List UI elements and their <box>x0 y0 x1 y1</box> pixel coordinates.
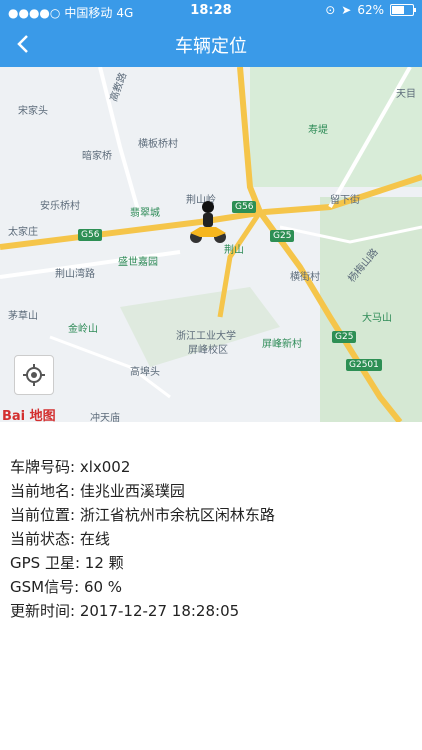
state-label: 当前状态: <box>10 530 76 548</box>
place-row: 当前地名: 佳兆业西溪璞园 <box>10 479 275 503</box>
map-label: 荆山湾路 <box>55 269 95 280</box>
update-row: 更新时间: 2017-12-27 18:28:05 <box>10 599 275 623</box>
map-label: 高埠头 <box>130 367 160 378</box>
location-value: 浙江省杭州市余杭区闲林东路 <box>79 506 275 524</box>
map-view[interactable]: 宋家头 暗家桥 横板桥村 安乐桥村 太家庄 翡翠城 盛世嘉园 荆山湾路 荆山岭 … <box>0 67 422 422</box>
map-label: 天目 <box>396 89 416 100</box>
nav-bar: 车辆定位 <box>0 22 422 67</box>
location-row: 当前位置: 浙江省杭州市余杭区闲林东路 <box>10 503 275 527</box>
place-value: 佳兆业西溪璞园 <box>79 482 185 500</box>
gsm-value: 60 % <box>83 578 123 596</box>
locate-me-button[interactable] <box>14 355 54 395</box>
map-label: 盛世嘉园 <box>118 257 158 268</box>
road-badge: G56 <box>78 229 103 241</box>
map-label: 太家庄 <box>8 227 38 238</box>
update-value: 2017-12-27 18:28:05 <box>79 602 240 620</box>
road-badge: G56 <box>232 201 257 213</box>
plate-label: 车牌号码: <box>10 458 76 476</box>
gps-label: GPS 卫星: <box>10 554 81 572</box>
gps-row: GPS 卫星: 12 颗 <box>10 551 275 575</box>
map-label: 屏峰新村 <box>262 339 302 350</box>
map-label: 茅草山 <box>8 311 38 322</box>
map-label: 安乐桥村 <box>40 201 80 212</box>
map-label: 金岭山 <box>68 324 98 335</box>
battery-percent: 62% <box>357 3 384 17</box>
road-badge: G25 <box>270 230 295 242</box>
gps-value: 12 颗 <box>84 554 124 572</box>
map-label: 暗家桥 <box>82 151 112 162</box>
road-badge: G2501 <box>346 359 382 371</box>
location-arrow-icon: ➤ <box>341 3 352 17</box>
map-label: 大马山 <box>362 313 392 324</box>
location-label: 当前位置: <box>10 506 76 524</box>
map-label: 寿堤 <box>308 125 328 136</box>
update-label: 更新时间: <box>10 602 76 620</box>
map-label: 横板桥村 <box>138 139 178 150</box>
vehicle-marker[interactable] <box>186 199 230 245</box>
map-label: 浙江工业大学 <box>176 331 236 342</box>
vehicle-info: 车牌号码: xlx002 当前地名: 佳兆业西溪璞园 当前位置: 浙江省杭州市余… <box>10 455 275 623</box>
state-value: 在线 <box>79 530 110 548</box>
app-header: ●●●●○ 中国移动 4G 18:28 ⊙ ➤ 62% 车辆定位 <box>0 0 422 67</box>
lock-rotation-icon: ⊙ <box>325 3 336 17</box>
gsm-label: GSM信号: <box>10 578 80 596</box>
map-label: 屏峰校区 <box>188 345 228 356</box>
road-badge: G25 <box>332 331 357 343</box>
page-title: 车辆定位 <box>175 36 247 57</box>
scooter-rider-icon <box>190 201 226 243</box>
plate-row: 车牌号码: xlx002 <box>10 455 275 479</box>
state-row: 当前状态: 在线 <box>10 527 275 551</box>
plate-value: xlx002 <box>79 458 131 476</box>
map-label: 翡翠城 <box>130 208 160 219</box>
map-label: 宋家头 <box>18 106 48 117</box>
battery-icon <box>390 4 416 16</box>
status-bar: ●●●●○ 中国移动 4G 18:28 ⊙ ➤ 62% <box>0 0 422 22</box>
map-label: 横街村 <box>290 272 320 283</box>
map-label: 留下街 <box>330 195 360 206</box>
crosshair-icon <box>23 364 45 386</box>
map-label: 冲天庙 <box>90 413 120 422</box>
gsm-row: GSM信号: 60 % <box>10 575 275 599</box>
baidu-map-logo: Bai 地图 <box>2 409 56 422</box>
place-label: 当前地名: <box>10 482 76 500</box>
